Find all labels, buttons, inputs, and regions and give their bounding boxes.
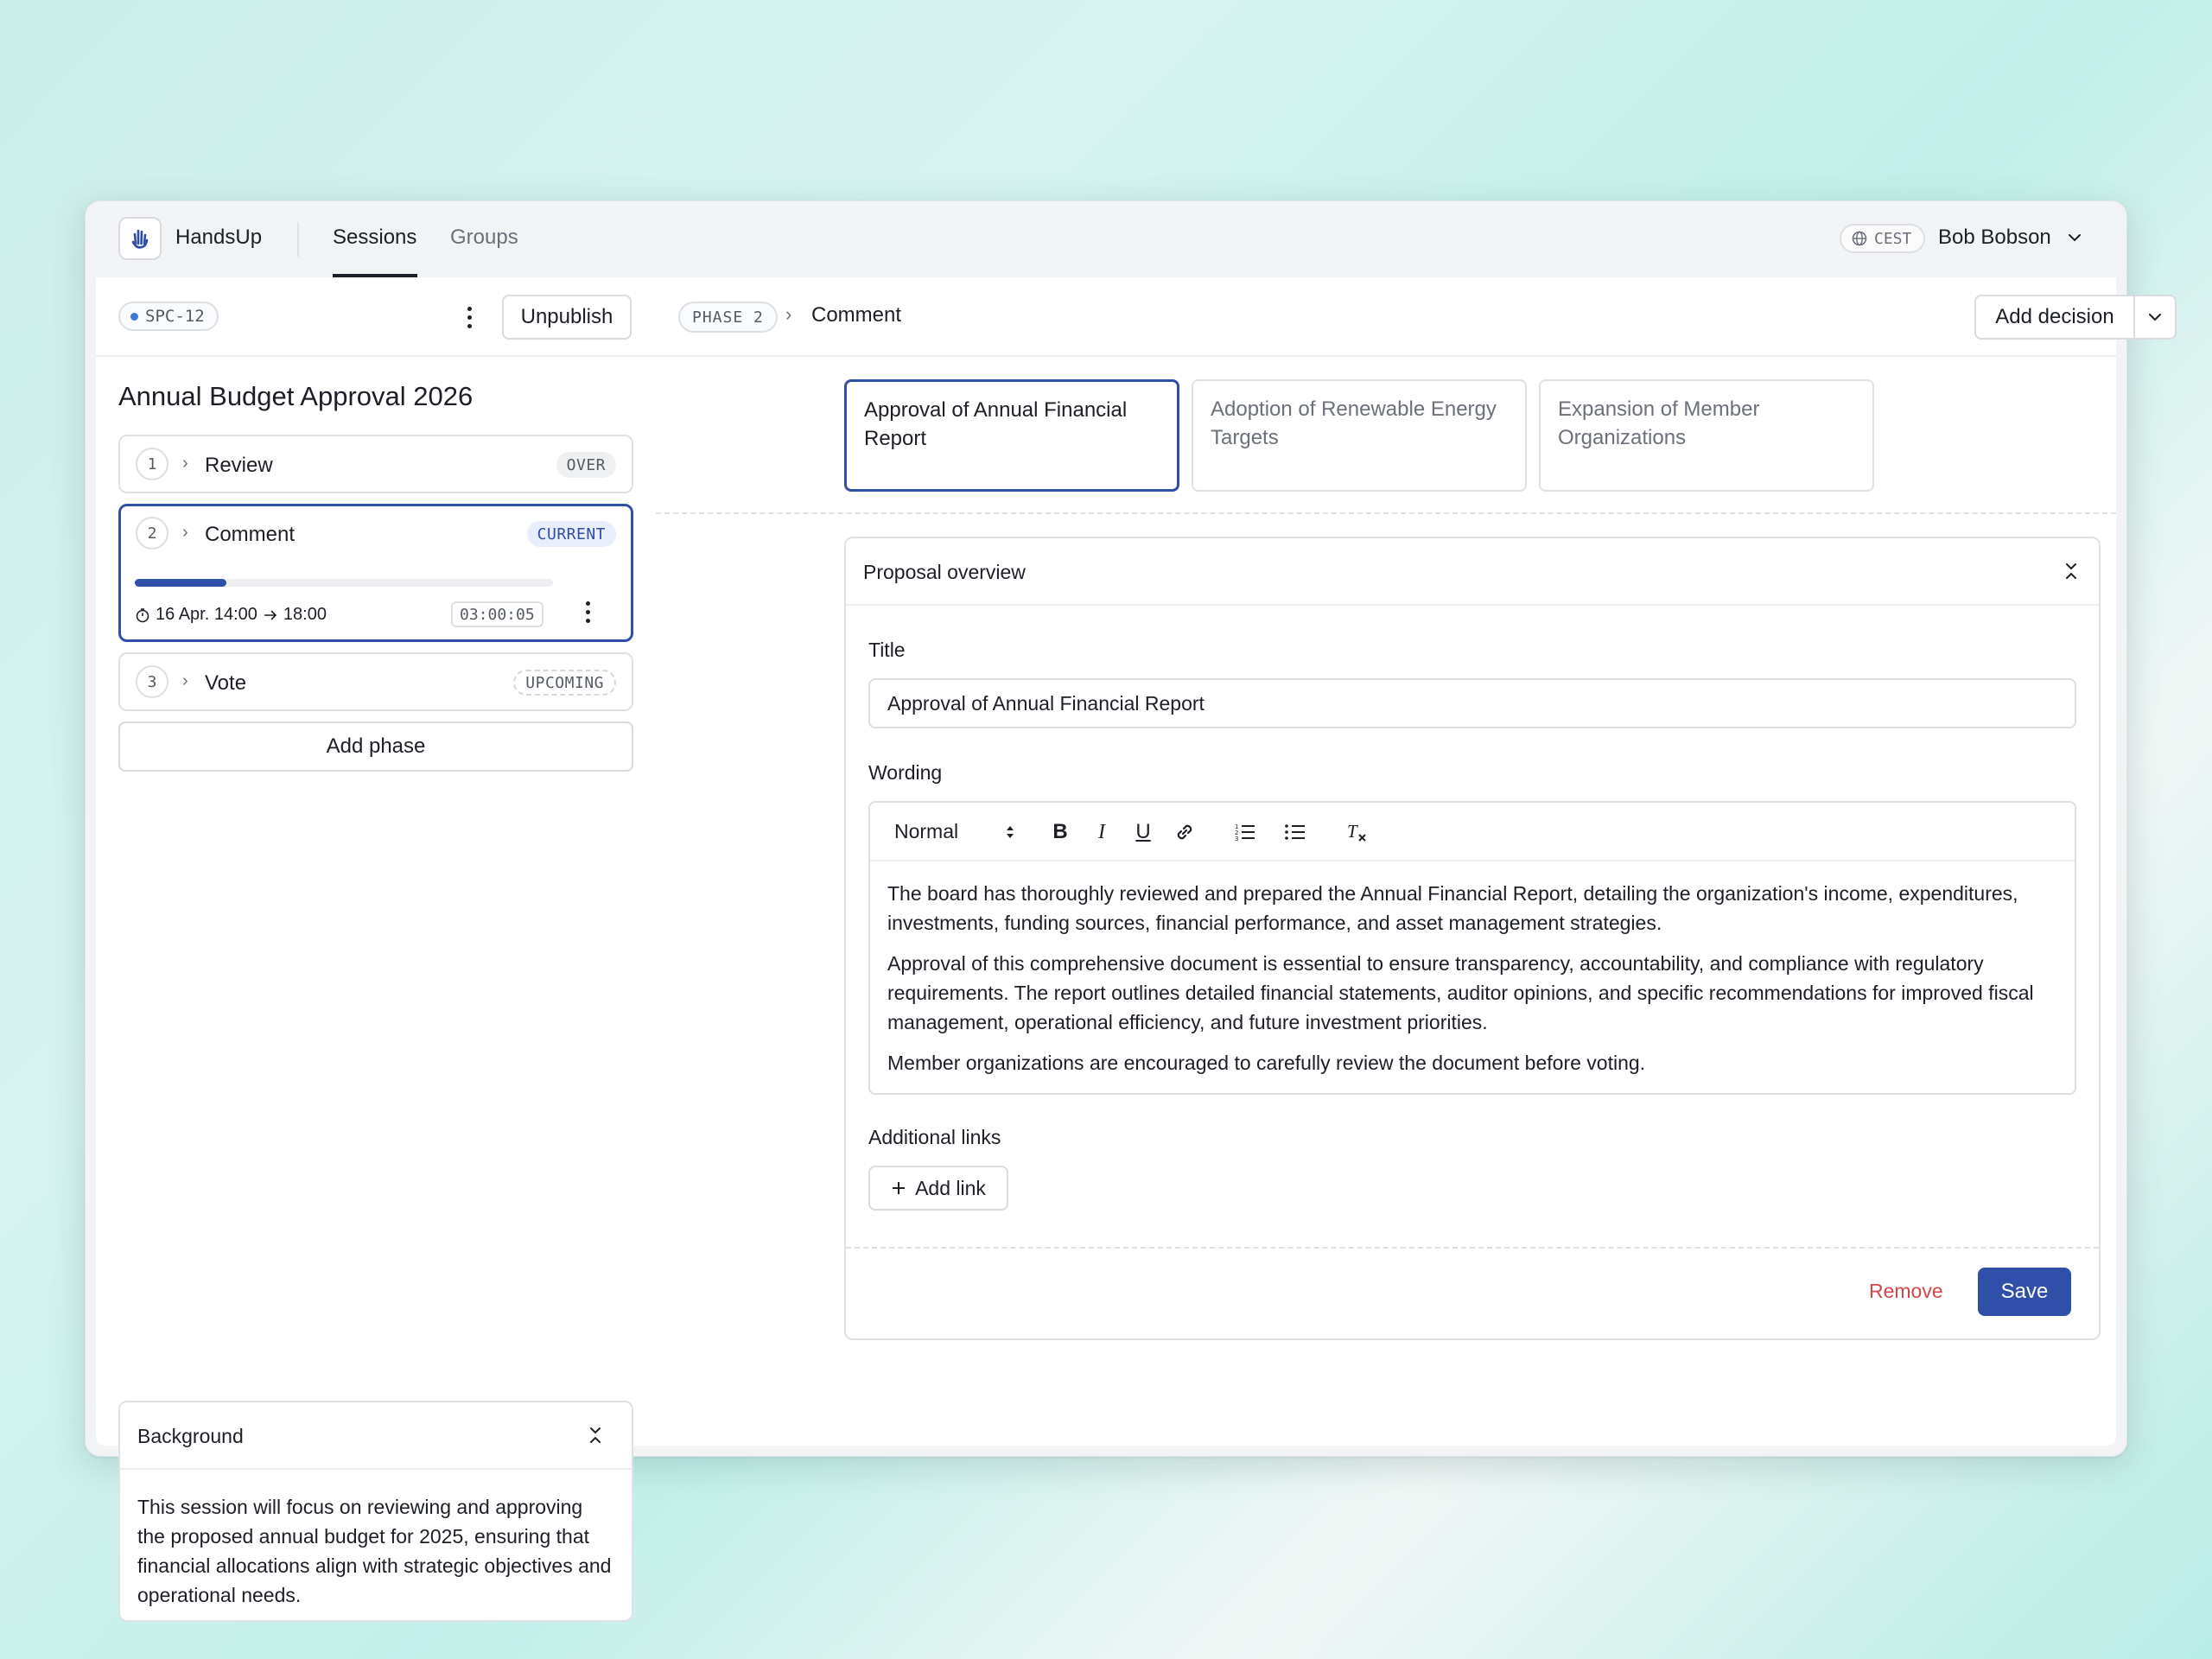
chevron-right-icon: › (182, 454, 188, 473)
status-badge: OVER (556, 452, 616, 478)
remove-button[interactable]: Remove (1869, 1280, 1943, 1303)
decision-editor: PHASE 2 › Comment Add decision Approval … (656, 277, 2177, 1446)
editor-header: PHASE 2 › Comment Add decision (656, 277, 2177, 357)
chevron-down-icon (2068, 234, 2081, 242)
user-name: Bob Bobson (1938, 226, 2051, 249)
breadcrumb: Comment (811, 303, 902, 327)
text-format-select[interactable]: Normal (894, 820, 1015, 843)
raised-hand-icon[interactable] (118, 217, 162, 260)
schedule-end: 18:00 (283, 605, 327, 624)
add-phase-button[interactable]: Add phase (118, 721, 633, 772)
title-label: Title (868, 639, 906, 661)
editor-toolbar: Normal B I U 1 2 3 T (870, 803, 2075, 861)
schedule-start: 16 Apr. 14:00 (156, 605, 257, 624)
bold-icon[interactable]: B (1046, 818, 1074, 846)
status-badge: CURRENT (526, 521, 616, 547)
phase-number: 1 (136, 448, 168, 480)
user-menu[interactable]: Bob Bobson (1938, 226, 2082, 250)
app-window: HandsUp Sessions Groups CEST Bob Bobson … (85, 200, 2177, 1622)
proposal-footer: Remove Save (846, 1247, 2099, 1338)
phase-more-options-icon[interactable] (577, 596, 598, 627)
proposal-overview-title: Proposal overview (863, 561, 1026, 583)
tab-groups[interactable]: Groups (450, 226, 518, 250)
wording-label: Wording (868, 761, 943, 784)
sort-arrows-icon (1007, 825, 1014, 838)
phase-name: Comment (205, 523, 296, 546)
phase-schedule: 16 Apr. 14:00 18:00 (135, 605, 327, 625)
decision-tab[interactable]: Adoption of Renewable Energy Targets (1192, 379, 1527, 492)
wording-paragraph: Member organizations are encouraged to c… (887, 1052, 1646, 1074)
bullet-list-icon[interactable] (1281, 818, 1309, 846)
text-format-value: Normal (894, 820, 959, 842)
link-icon[interactable] (1171, 818, 1198, 846)
phase-name: Vote (205, 671, 247, 695)
more-options-icon[interactable] (459, 302, 480, 333)
background-text: This session will focus on reviewing and… (137, 1496, 612, 1606)
wording-paragraph: Approval of this comprehensive document … (887, 952, 2034, 1033)
chevron-right-icon: › (182, 523, 188, 542)
chevron-right-icon: › (785, 303, 792, 325)
italic-icon[interactable]: I (1088, 818, 1116, 846)
phase-item-vote[interactable]: 3 › Vote UPCOMING (118, 652, 633, 711)
additional-links-label: Additional links (868, 1126, 1001, 1148)
timezone-badge[interactable]: CEST (1840, 224, 1926, 253)
top-bar: HandsUp Sessions Groups CEST Bob Bobson (86, 201, 2126, 277)
add-decision-split-button: Add decision (1974, 295, 2177, 340)
timer-icon (136, 607, 149, 622)
timezone-label: CEST (1874, 229, 1912, 248)
phase-progress-fill (135, 579, 227, 587)
phase-number: 2 (136, 517, 168, 550)
plus-icon (893, 1182, 906, 1194)
underline-icon[interactable]: U (1129, 818, 1157, 846)
title-input[interactable] (868, 678, 2076, 728)
phase-item-comment[interactable]: 2 › Comment CURRENT 16 Apr. 14:00 18:00 … (118, 504, 633, 642)
collapse-icon[interactable] (585, 1425, 606, 1446)
tab-sessions[interactable]: Sessions (333, 226, 416, 250)
phase-number: 3 (136, 665, 168, 698)
wording-editor[interactable]: Normal B I U 1 2 3 T The board has thoro… (868, 801, 2076, 1095)
wording-paragraph: The board has thoroughly reviewed and pr… (887, 882, 2018, 934)
session-title: Annual Budget Approval 2026 (118, 381, 474, 411)
app-name: HandsUp (175, 226, 263, 249)
chevron-right-icon: › (182, 671, 188, 690)
add-decision-button[interactable]: Add decision (1976, 296, 2133, 338)
session-id: SPC-12 (145, 307, 205, 326)
phase-progress-bar (135, 579, 553, 587)
status-badge: UPCOMING (513, 670, 616, 696)
svg-text:3: 3 (1235, 836, 1238, 842)
background-title: Background (137, 1425, 244, 1447)
phase-badge: PHASE 2 (678, 302, 778, 333)
session-id-badge: SPC-12 (118, 302, 219, 331)
add-link-label: Add link (915, 1176, 986, 1199)
globe-icon (1852, 231, 1867, 246)
decision-tabs: Approval of Annual Financial Report Adop… (656, 357, 2116, 514)
arrow-right-icon (264, 609, 277, 620)
phase-timer: 03:00:05 (451, 601, 543, 627)
background-card: Background This session will focus on re… (118, 1401, 633, 1622)
unpublish-button[interactable]: Unpublish (502, 295, 632, 340)
divider (297, 222, 299, 257)
status-dot (130, 312, 138, 321)
background-header: Background (120, 1402, 632, 1470)
decision-tab[interactable]: Approval of Annual Financial Report (844, 379, 1179, 492)
svg-text:T: T (1347, 821, 1358, 842)
wording-content[interactable]: The board has thoroughly reviewed and pr… (887, 879, 2061, 1089)
session-header: SPC-12 Unpublish (96, 277, 663, 357)
ordered-list-icon[interactable]: 1 2 3 (1231, 818, 1259, 846)
phase-item-review[interactable]: 1 › Review OVER (118, 435, 633, 493)
proposal-overview-header: Proposal overview (846, 538, 2099, 606)
save-button[interactable]: Save (1978, 1268, 2071, 1316)
decision-tab[interactable]: Expansion of Member Organizations (1539, 379, 1874, 492)
collapse-icon[interactable] (2061, 561, 2082, 582)
add-link-button[interactable]: Add link (868, 1166, 1008, 1211)
session-sidebar: SPC-12 Unpublish Annual Budget Approval … (96, 277, 664, 1622)
chevron-down-icon[interactable] (2135, 296, 2175, 338)
clear-format-icon[interactable]: T (1344, 818, 1371, 846)
proposal-overview-card: Proposal overview Title Wording Normal B (844, 537, 2101, 1340)
phase-name: Review (205, 454, 273, 477)
